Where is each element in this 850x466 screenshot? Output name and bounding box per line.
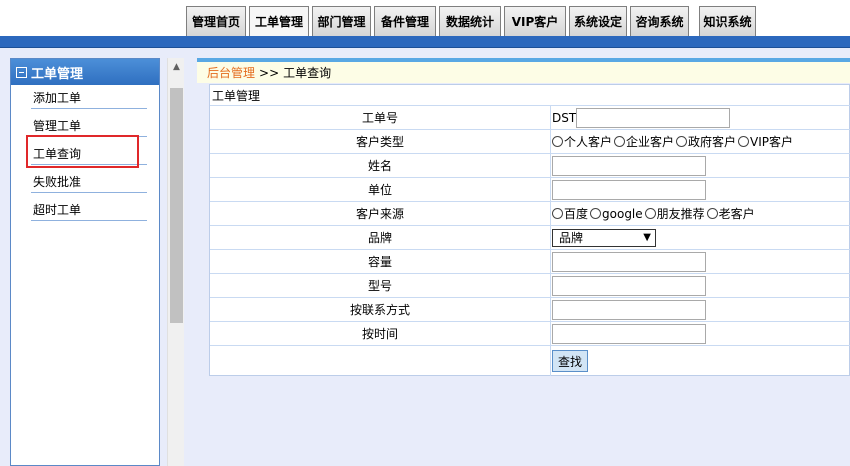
breadcrumb-root-link[interactable]: 后台管理: [207, 64, 255, 81]
radio-source-returning[interactable]: 老客户: [706, 205, 755, 222]
row-capacity: 容量: [210, 249, 850, 273]
contact-label: 按联系方式: [349, 303, 410, 317]
row-customer-type: 客户类型 个人客户 企业客户 政府客户 VIP客户: [210, 129, 850, 153]
search-button[interactable]: 查找: [552, 350, 588, 372]
row-brand: 品牌 品牌 ▼: [210, 225, 850, 249]
sidebar: 工单管理 添加工单 管理工单 工单查询 失败批准 超时工单: [10, 58, 160, 466]
name-input[interactable]: [552, 155, 706, 176]
scrollbar[interactable]: ▲: [167, 58, 184, 466]
ticket-no-prefix: DST: [552, 110, 577, 125]
main-content: 后台管理 >> 工单查询 工单管理 工单号 DST 客户类型 个人客户 企业客户…: [197, 58, 850, 466]
nav-vip[interactable]: VIP客户: [504, 6, 566, 36]
row-time: 按时间: [210, 321, 850, 345]
breadcrumb-current: 工单查询: [283, 66, 332, 80]
breadcrumb: 后台管理 >> 工单查询: [197, 58, 850, 83]
brand-select[interactable]: 品牌 ▼: [552, 228, 656, 247]
sidebar-item-add-ticket[interactable]: 添加工单: [31, 87, 147, 109]
ticket-no-label: 工单号: [361, 111, 398, 125]
capacity-input[interactable]: [552, 251, 706, 272]
sidebar-title: 工单管理: [31, 66, 84, 82]
brand-label: 品牌: [367, 231, 392, 245]
unit-input[interactable]: [552, 179, 706, 200]
nav-settings[interactable]: 系统设定: [569, 6, 627, 36]
sidebar-item-overdue-ticket[interactable]: 超时工单: [31, 199, 147, 221]
row-ticket-no: 工单号 DST: [210, 105, 850, 129]
query-form-panel: 工单管理 工单号 DST 客户类型 个人客户 企业客户 政府客户 VIP客户 姓…: [209, 84, 850, 376]
top-bar: 管理首页 工单管理 部门管理 备件管理 数据统计 VIP客户 系统设定 咨询系统…: [0, 0, 850, 36]
collapse-icon[interactable]: [16, 66, 27, 78]
radio-source-referral[interactable]: 朋友推荐: [644, 205, 705, 222]
row-name: 姓名: [210, 153, 850, 177]
breadcrumb-separator: >>: [259, 65, 280, 80]
customer-type-label: 客户类型: [355, 135, 404, 149]
customer-source-label: 客户来源: [355, 207, 404, 221]
nav-statistics[interactable]: 数据统计: [439, 6, 501, 36]
nav-ticket-management[interactable]: 工单管理: [249, 6, 309, 36]
radio-personal-customer[interactable]: 个人客户: [552, 133, 612, 150]
nav-spare-parts[interactable]: 备件管理: [374, 6, 436, 36]
radio-source-google[interactable]: google: [590, 207, 643, 221]
nav-home[interactable]: 管理首页: [186, 6, 246, 36]
sidebar-item-failed-approval[interactable]: 失败批准: [31, 171, 147, 193]
row-model: 型号: [210, 273, 850, 297]
sidebar-item-manage-ticket[interactable]: 管理工单: [31, 115, 147, 137]
row-unit: 单位: [210, 177, 850, 201]
nav-department[interactable]: 部门管理: [312, 6, 371, 36]
radio-enterprise-customer[interactable]: 企业客户: [614, 133, 674, 150]
scroll-thumb[interactable]: [170, 88, 183, 323]
unit-label: 单位: [367, 183, 392, 197]
time-input[interactable]: [552, 323, 706, 344]
model-input[interactable]: [552, 275, 706, 296]
name-label: 姓名: [367, 159, 392, 173]
sidebar-header[interactable]: 工单管理: [11, 59, 159, 85]
model-label: 型号: [367, 279, 392, 293]
panel-title: 工单管理: [212, 88, 261, 103]
row-submit: 查找: [210, 345, 850, 376]
ticket-no-input[interactable]: [576, 107, 731, 128]
time-label: 按时间: [361, 327, 398, 341]
scroll-up-icon[interactable]: ▲: [168, 58, 185, 75]
contact-input[interactable]: [552, 299, 706, 320]
radio-source-baidu[interactable]: 百度: [552, 205, 588, 222]
capacity-label: 容量: [367, 255, 392, 269]
radio-vip-customer[interactable]: VIP客户: [738, 133, 793, 150]
brand-select-value: 品牌: [559, 231, 584, 245]
header-band: [0, 36, 850, 48]
chevron-down-icon: ▼: [643, 232, 651, 243]
nav-knowledge[interactable]: 知识系统: [699, 6, 756, 36]
radio-government-customer[interactable]: 政府客户: [676, 133, 736, 150]
sidebar-item-ticket-query[interactable]: 工单查询: [31, 143, 147, 165]
row-contact: 按联系方式: [210, 297, 850, 321]
row-customer-source: 客户来源 百度 google 朋友推荐 老客户: [210, 201, 850, 225]
nav-consult[interactable]: 咨询系统: [630, 6, 689, 36]
